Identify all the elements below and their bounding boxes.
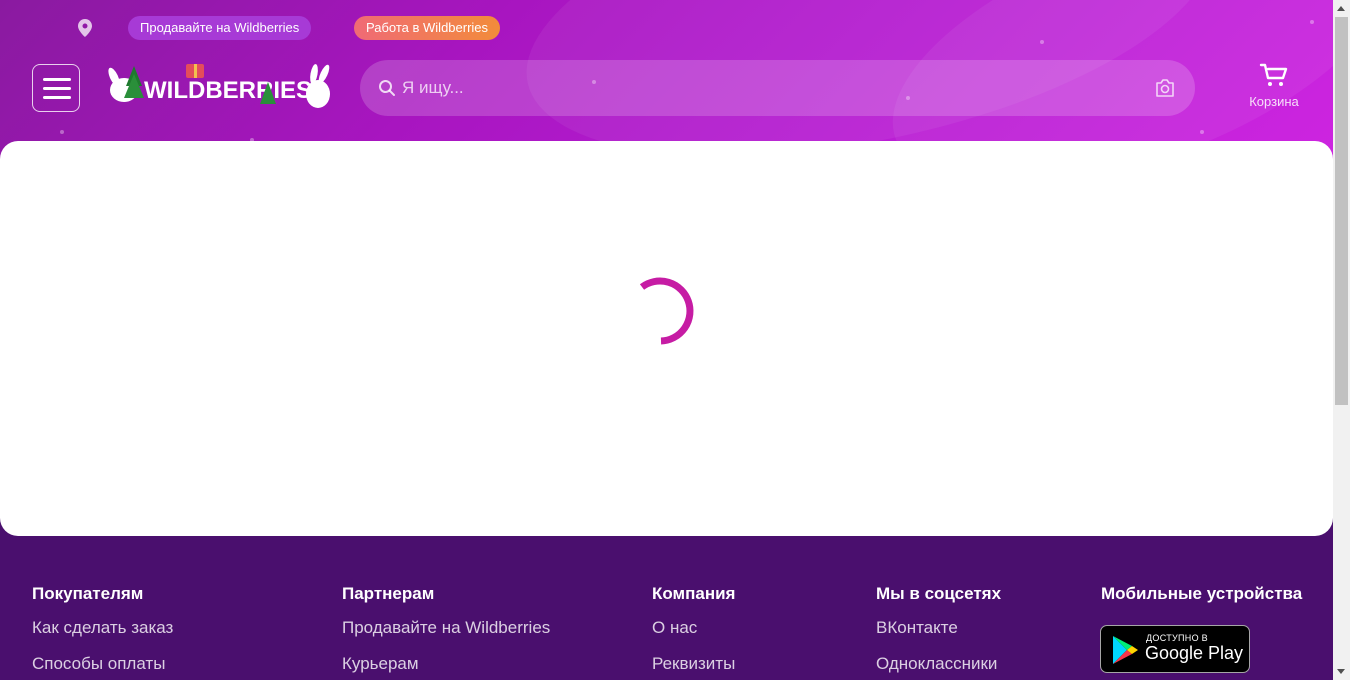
search-bar[interactable] — [360, 60, 1195, 116]
google-play-big-text: Google Play — [1145, 643, 1244, 663]
footer-column-title: Покупателям — [32, 584, 144, 603]
footer-column-title: Мобильные устройства — [1101, 584, 1303, 603]
loading-spinner-icon — [639, 277, 694, 345]
page-scrollbar[interactable] — [1333, 0, 1350, 680]
footer-column-title: Мы в соцсетях — [876, 584, 1002, 603]
footer-link[interactable]: Курьерам — [342, 654, 550, 674]
search-icon — [379, 80, 395, 96]
logo-text: WILDBERRIES — [144, 77, 312, 104]
footer: Покупателям Как сделать заказ Способы оп… — [0, 536, 1333, 680]
footer-column-social: Мы в соцсетях ВКонтакте Одноклассники — [876, 584, 1001, 680]
google-play-icon — [1113, 636, 1138, 664]
footer-column-mobile: Мобильные устройства — [1101, 584, 1302, 618]
footer-link[interactable]: ВКонтакте — [876, 618, 1001, 638]
menu-line — [43, 96, 71, 99]
footer-link[interactable]: О нас — [652, 618, 735, 638]
scroll-down-icon[interactable] — [1337, 669, 1345, 674]
search-input[interactable] — [402, 60, 1122, 116]
sell-on-wildberries-link[interactable]: Продавайте на Wildberries — [128, 16, 312, 40]
work-at-wildberries-link[interactable]: Работа в Wildberries — [354, 16, 501, 40]
header: Продавайте на Wildberries Работа в Wildb… — [0, 0, 1333, 160]
menu-line — [43, 87, 71, 90]
footer-link[interactable]: Реквизиты — [652, 654, 735, 674]
cart-label: Корзина — [1249, 94, 1299, 109]
footer-column-company: Компания О нас Реквизиты — [652, 584, 735, 680]
scroll-up-icon[interactable] — [1337, 6, 1345, 11]
wildberries-logo[interactable]: WILDBERRIES — [100, 60, 340, 116]
camera-search-icon[interactable] — [1155, 79, 1175, 97]
snow-dot — [1200, 130, 1204, 134]
snow-dot — [1040, 40, 1044, 44]
scrollbar-thumb[interactable] — [1335, 17, 1348, 405]
location-pin-icon[interactable] — [78, 19, 92, 37]
menu-button[interactable] — [32, 64, 80, 112]
footer-link[interactable]: Одноклассники — [876, 654, 1001, 674]
top-bar: Продавайте на Wildberries Работа в Wildb… — [0, 14, 1333, 40]
google-play-small-text: ДОСТУПНО В — [1146, 633, 1208, 643]
snow-dot — [60, 130, 64, 134]
google-play-button[interactable]: ДОСТУПНО В Google Play — [1100, 625, 1250, 673]
footer-column-title: Компания — [652, 584, 736, 603]
footer-link[interactable]: Способы оплаты — [32, 654, 173, 674]
cart-button[interactable]: Корзина — [1240, 62, 1308, 116]
footer-column-buyers: Покупателям Как сделать заказ Способы оп… — [32, 584, 173, 680]
cart-icon — [1259, 63, 1288, 86]
footer-column-partners: Партнерам Продавайте на Wildberries Курь… — [342, 584, 550, 680]
footer-link[interactable]: Как сделать заказ — [32, 618, 173, 638]
footer-link[interactable]: Продавайте на Wildberries — [342, 618, 550, 638]
footer-column-title: Партнерам — [342, 584, 435, 603]
menu-line — [43, 78, 71, 81]
